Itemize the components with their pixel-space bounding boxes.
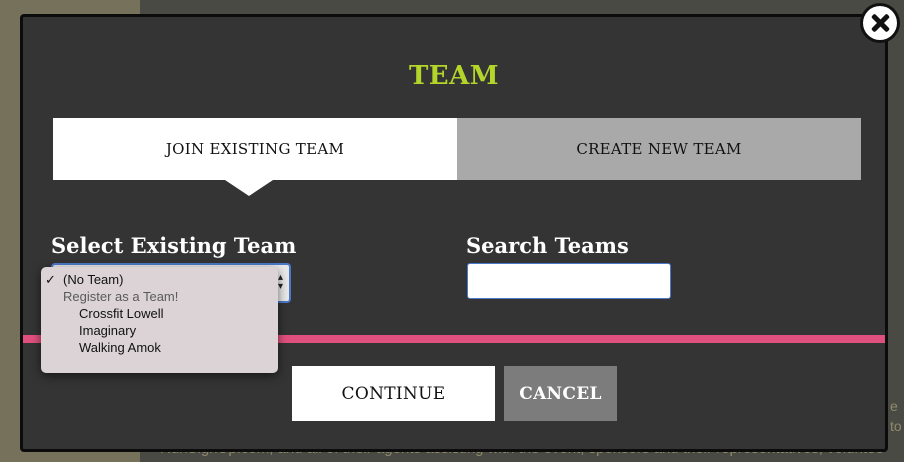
dropdown-group-label: Register as a Team!	[63, 289, 179, 304]
dropdown-option[interactable]: Crossfit Lowell	[41, 305, 278, 322]
tab-create-new-team[interactable]: CREATE NEW TEAM	[457, 118, 861, 180]
team-modal: TEAM JOIN EXISTING TEAM CREATE NEW TEAM …	[20, 14, 888, 452]
background-side-text: e	[890, 398, 898, 414]
close-button[interactable]	[860, 3, 900, 43]
dropdown-option-no-team[interactable]: ✓ (No Team)	[41, 271, 278, 288]
option-label: (No Team)	[63, 272, 124, 287]
dropdown-option[interactable]: Walking Amok	[41, 339, 278, 356]
close-icon	[863, 6, 897, 40]
cancel-button[interactable]: CANCEL	[504, 366, 617, 421]
select-team-label: Select Existing Team	[51, 233, 297, 258]
team-tabs: JOIN EXISTING TEAM CREATE NEW TEAM	[53, 118, 861, 196]
select-arrows-icon: ▴ ▾	[277, 272, 283, 292]
tab-label: CREATE NEW TEAM	[576, 140, 742, 158]
search-teams-input[interactable]	[467, 263, 671, 299]
dropdown-option[interactable]: Imaginary	[41, 322, 278, 339]
checkmark-icon: ✓	[45, 272, 56, 287]
team-dropdown-menu: ✓ (No Team) Register as a Team! Crossfit …	[41, 267, 278, 373]
tab-join-existing-team[interactable]: JOIN EXISTING TEAM	[53, 118, 457, 196]
active-tab-caret	[225, 180, 273, 196]
tab-label: JOIN EXISTING TEAM	[165, 140, 345, 158]
background-side-text: to	[890, 418, 902, 434]
search-teams-label: Search Teams	[466, 233, 629, 258]
modal-title: TEAM	[408, 61, 500, 91]
continue-button[interactable]: CONTINUE	[292, 366, 495, 421]
